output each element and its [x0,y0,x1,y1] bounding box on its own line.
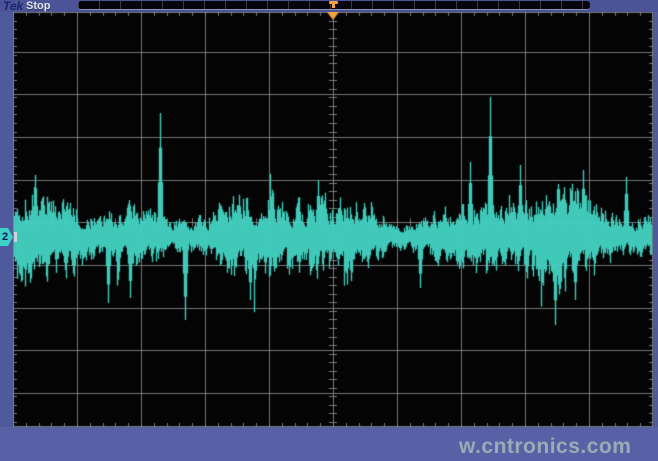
display-area [13,12,653,427]
graticule-waveform-canvas [13,12,653,427]
readout-bar: 2 100mA Ω 40.0ms 25.0kS/s 10k points 2 ʃ… [0,427,658,461]
tek-logo: Tek [3,0,23,12]
trigger-position-icon [329,1,338,4]
header-bar: Tek Stop [0,0,658,12]
oscilloscope-screen: Tek Stop 2 2 100mA Ω 40.0ms 25.0kS/s 10k… [0,0,658,461]
channel2-offset-dash-icon [14,232,17,242]
record-view-bar [78,1,590,10]
channel2-position-marker-icon: 2 [0,228,13,246]
acquisition-status: Stop [26,0,50,12]
